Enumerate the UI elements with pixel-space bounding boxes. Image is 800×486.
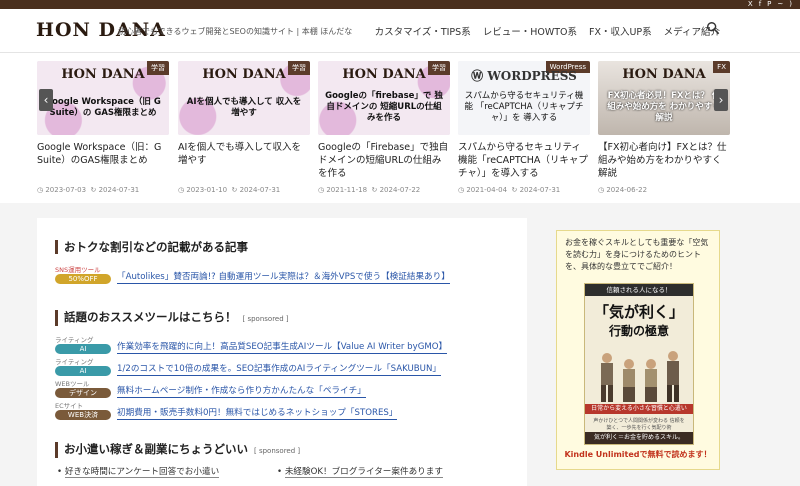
- card-thumbnail: 学習 HON DANA AIを個人でも導入して 収入を増やす: [178, 61, 310, 135]
- card-dates: ◷ 2023-07-03 ↻ 2024-07-31: [37, 186, 140, 194]
- carousel-card[interactable]: FX HON DANA FX初心者必見！FXとは？ 仕組みや始め方を わかりやす…: [598, 61, 730, 194]
- carousel-prev-button[interactable]: ‹: [39, 89, 53, 111]
- item-badge: WEBツール デザイン: [55, 380, 111, 398]
- list-item[interactable]: ライティング AI 作業効率を飛躍的に向上！高品質SEO記事生成AIツール【Va…: [55, 336, 448, 354]
- item-link[interactable]: 1/2のコストで10倍の成果を。SEO記事作成のAIライティングツール「SAKU…: [117, 364, 441, 376]
- list-item[interactable]: ECサイト WEB決済 初期費用・販売手数料0円！無料ではじめるネットショップ「…: [55, 402, 398, 420]
- carousel-card[interactable]: 学習 HON DANA AIを個人でも導入して 収入を増やす AIを個人でも導入…: [178, 61, 310, 194]
- thumb-logo: HON DANA: [202, 67, 286, 82]
- nav-item-fx[interactable]: FX・収入UP系: [589, 24, 652, 38]
- card-thumbnail: WordPress Ⓦ WORDPRESS スパムから守るセキュリティ機能 「r…: [458, 61, 590, 135]
- nav-item-customize[interactable]: カスタマイズ・TIPS系: [375, 24, 471, 38]
- ad-footer[interactable]: Kindle Unlimitedで無料で読めます！: [557, 449, 719, 460]
- card-title[interactable]: AIを個人でも導入して収入を増やす: [178, 141, 310, 180]
- card-dates: ◷ 2021-11-18 ↻ 2024-07-22: [318, 186, 421, 194]
- card-title[interactable]: スパムから守るセキュリティ機能「reCAPTCHA（リキャプチャ）」を導入する: [458, 141, 590, 180]
- thumb-title: Google Workspace（旧 G Suite）の GAS権限まとめ: [45, 97, 161, 118]
- nav-item-review[interactable]: レビュー・HOWTO系: [483, 24, 577, 38]
- wordpress-logo: Ⓦ WORDPRESS: [471, 69, 577, 83]
- search-button[interactable]: [706, 21, 724, 39]
- item-badge: ライティング AI: [55, 336, 111, 354]
- item-link[interactable]: 初期費用・販売手数料0円！無料ではじめるネットショップ「STORES」: [117, 408, 398, 420]
- item-badge: ECサイト WEB決済: [55, 402, 111, 420]
- post-carousel: 学習 HON DANA Google Workspace（旧 G Suite）の…: [0, 53, 800, 203]
- feedly-icon[interactable]: ~: [777, 0, 783, 9]
- section-heading-tools: 話題のおススメツールはこちら！[ sponsored ]: [55, 310, 289, 326]
- carousel-next-button[interactable]: ›: [714, 89, 728, 111]
- card-dates: ◷ 2024-06-22: [598, 186, 648, 194]
- card-thumbnail: FX HON DANA FX初心者必見！FXとは？ 仕組みや始め方を わかりやす…: [598, 61, 730, 135]
- list-item[interactable]: • 未経験OK！ブログライター案件あります: [277, 467, 443, 478]
- thumb-logo: HON DANA: [622, 67, 706, 82]
- site-header: HON DANA 初心者でもできるウェブ開発とSEOの知識サイト | 本棚 ほん…: [0, 9, 800, 53]
- item-badge: ライティング AI: [55, 358, 111, 376]
- top-bar: X f P ~ ): [0, 0, 800, 9]
- card-title[interactable]: Google Workspace（旧：G Suite）のGAS権限まとめ: [37, 141, 169, 180]
- list-item[interactable]: ライティング AI 1/2のコストで10倍の成果を。SEO記事作成のAIライティ…: [55, 358, 441, 376]
- main-content: おトクな割引などの記載がある記事 SNS運用ツール 50%OFF 「Autoli…: [37, 218, 527, 486]
- carousel-card[interactable]: WordPress Ⓦ WORDPRESS スパムから守るセキュリティ機能 「r…: [458, 61, 590, 194]
- social-icons: X f P ~ ): [748, 0, 792, 9]
- carousel-card[interactable]: 学習 HON DANA Googleの「firebase」で 独自ドメインの 短…: [318, 61, 450, 194]
- thumb-title: FX初心者必見！FXとは？ 仕組みや始め方を わかりやすく解説: [607, 91, 721, 123]
- list-item[interactable]: WEBツール デザイン 無料ホームページ制作・作成なら作り方かんたんな「ペライチ…: [55, 380, 366, 398]
- sidebar-ad[interactable]: お金を稼ぐスキルとしても重要な「空気を読む力」を身につけるためのヒントを、具体的…: [556, 230, 720, 470]
- thumb-logo: HON DANA: [342, 67, 426, 82]
- rss-icon[interactable]: ): [789, 0, 792, 9]
- card-dates: ◷ 2021-04-04 ↻ 2024-07-31: [458, 186, 561, 194]
- thumb-title: AIを個人でも導入して 収入を増やす: [186, 97, 302, 118]
- book-cover[interactable]: 信頼される人になる！ 「気が利く」 行動の極意 日常から変える小さな習慣と心遣い…: [584, 283, 694, 445]
- card-thumbnail: 学習 HON DANA Google Workspace（旧 G Suite）の…: [37, 61, 169, 135]
- card-thumbnail: 学習 HON DANA Googleの「firebase」で 独自ドメインの 短…: [318, 61, 450, 135]
- thumb-title: スパムから守るセキュリティ機能 「reCAPTCHA（リキャプチャ）」を 導入す…: [464, 91, 584, 123]
- thumb-title: Googleの「firebase」で 独自ドメインの 短縮URLの仕組みを作る: [325, 91, 443, 123]
- item-link[interactable]: 作業効率を飛躍的に向上！高品質SEO記事生成AIツール【Value AI Wri…: [117, 342, 448, 354]
- global-nav: カスタマイズ・TIPS系 レビュー・HOWTO系 FX・収入UP系 メディア紹介: [375, 24, 720, 38]
- card-title[interactable]: Googleの「Firebase」で独自ドメインの短縮URLの仕組みを作る: [318, 141, 450, 180]
- carousel-card[interactable]: 学習 HON DANA Google Workspace（旧 G Suite）の…: [37, 61, 169, 194]
- x-icon[interactable]: X: [748, 0, 753, 9]
- list-item[interactable]: SNS運用ツール 50%OFF 「Autolikes」賛否両論!? 自動運用ツー…: [55, 266, 450, 284]
- card-title[interactable]: 【FX初心者向け】FXとは？仕組みや始め方をわかりやすく解説: [598, 141, 730, 180]
- facebook-icon[interactable]: f: [759, 0, 761, 9]
- item-link[interactable]: 「Autolikes」賛否両論!? 自動運用ツール実際は？＆海外VPSで使う【検…: [117, 272, 450, 284]
- ad-text: お金を稼ぐスキルとしても重要な「空気を読む力」を身につけるためのヒントを、具体的…: [565, 238, 709, 271]
- section-heading-discount: おトクな割引などの記載がある記事: [55, 240, 248, 254]
- search-icon: [707, 22, 720, 35]
- site-tagline: 初心者でもできるウェブ開発とSEOの知識サイト | 本棚 ほんだな: [118, 27, 353, 36]
- pinterest-icon[interactable]: P: [767, 0, 771, 9]
- item-link[interactable]: 無料ホームページ制作・作成なら作り方かんたんな「ペライチ」: [117, 386, 366, 398]
- section-heading-sidejob: お小遣い稼ぎ＆副業にちょうどいい[ sponsored ]: [55, 442, 300, 458]
- list-item[interactable]: • 好きな時間にアンケート回答でお小遣い: [57, 467, 220, 478]
- card-dates: ◷ 2023-01-10 ↻ 2024-07-31: [178, 186, 281, 194]
- item-badge: SNS運用ツール 50%OFF: [55, 266, 111, 284]
- book-illustration: [601, 351, 679, 402]
- thumb-logo: HON DANA: [61, 67, 145, 82]
